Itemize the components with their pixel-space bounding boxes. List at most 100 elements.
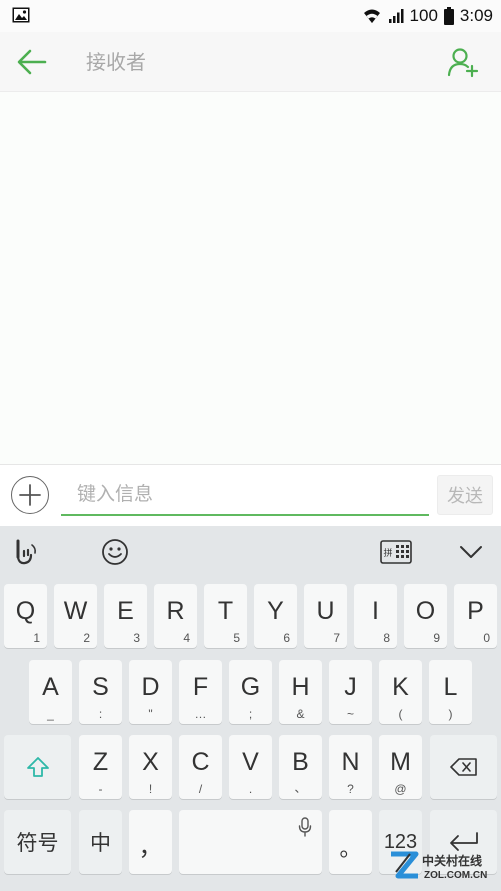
key-m[interactable]: M @ (379, 735, 422, 799)
chinese-mode-key[interactable]: 中 (79, 810, 122, 874)
collapse-keyboard-button[interactable] (455, 536, 487, 568)
key-h[interactable]: H & (279, 660, 322, 724)
enter-key[interactable] (430, 810, 497, 874)
space-key[interactable] (179, 810, 322, 874)
symbols-key-label: 符号 (16, 831, 59, 855)
key-n[interactable]: N? (329, 735, 372, 799)
recipient-input[interactable] (86, 46, 426, 78)
signal-icon (388, 9, 404, 23)
message-input-wrapper (61, 473, 429, 516)
key-letter: D (141, 672, 160, 701)
key-letter: Y (267, 596, 284, 625)
key-letter: M (390, 747, 411, 776)
key-letter: V (242, 747, 259, 776)
key-letter: Z (92, 747, 109, 776)
key-a[interactable]: A _ (29, 660, 72, 724)
key-secondary-symbol: 、 (294, 781, 307, 795)
key-letter: E (117, 596, 134, 625)
key-r[interactable]: R4 (154, 584, 197, 648)
key-secondary-symbol: ( (398, 707, 403, 721)
symbols-key[interactable]: 符号 (4, 810, 71, 874)
emoji-icon (102, 539, 128, 565)
back-button[interactable] (14, 44, 50, 80)
key-secondary-symbol: 4 (183, 631, 190, 645)
key-secondary-symbol: 8 (383, 631, 390, 645)
key-j[interactable]: J ~ (329, 660, 372, 724)
swype-gesture-button[interactable] (8, 536, 40, 568)
key-e[interactable]: E3 (104, 584, 147, 648)
backspace-key[interactable] (430, 735, 497, 799)
numbers-key[interactable]: 123 (379, 810, 422, 874)
key-w[interactable]: W2 (54, 584, 97, 648)
send-button[interactable]: 发送 (437, 475, 493, 515)
key-f[interactable]: F… (179, 660, 222, 724)
shift-key[interactable] (4, 735, 71, 799)
add-contact-icon (447, 48, 479, 78)
key-letter: K (392, 672, 409, 701)
battery-icon (443, 7, 454, 25)
key-c[interactable]: C / (179, 735, 222, 799)
key-letter: I (372, 596, 379, 625)
message-input[interactable] (61, 473, 429, 514)
comma-key[interactable]: ， (129, 810, 172, 874)
key-letter: G (240, 672, 261, 701)
key-secondary-symbol: @ (394, 782, 407, 796)
attach-button[interactable] (11, 476, 49, 514)
plus-icon (19, 484, 41, 506)
status-icons: 100 3:09 (362, 5, 493, 27)
key-v[interactable]: V. (229, 735, 272, 799)
key-secondary-symbol: : (98, 707, 103, 721)
add-contact-button[interactable] (445, 44, 481, 80)
wifi-icon (363, 9, 380, 23)
key-secondary-symbol: … (194, 707, 207, 721)
key-x[interactable]: X! (129, 735, 172, 799)
emoji-button[interactable] (99, 536, 131, 568)
key-k[interactable]: K( (379, 660, 422, 724)
message-thread-area (0, 92, 501, 464)
microphone-icon (298, 817, 312, 837)
comma-key-label: ， (138, 832, 163, 861)
clock: 3:09 (459, 6, 493, 25)
key-y[interactable]: Y6 (254, 584, 297, 648)
key-letter: O (415, 596, 436, 625)
key-letter: Q (15, 596, 36, 625)
key-secondary-symbol: . (248, 782, 253, 796)
key-s[interactable]: S: (79, 660, 122, 724)
key-letter: F (192, 672, 209, 701)
key-i[interactable]: I8 (354, 584, 397, 648)
recipient-header (0, 32, 501, 92)
key-z[interactable]: Z- (79, 735, 122, 799)
key-u[interactable]: U7 (304, 584, 347, 648)
key-p[interactable]: P0 (454, 584, 497, 648)
key-letter: P (467, 596, 484, 625)
key-o[interactable]: O9 (404, 584, 447, 648)
key-secondary-symbol: ! (148, 782, 153, 796)
key-letter: S (92, 672, 109, 701)
compose-bar: 发送 (0, 464, 501, 526)
key-letter: C (191, 747, 210, 776)
backspace-icon (449, 758, 477, 776)
period-key[interactable]: 。 (329, 810, 372, 874)
image-icon (12, 7, 30, 23)
key-secondary-symbol: - (98, 782, 103, 796)
numbers-key-label: 123 (383, 830, 418, 853)
period-key-label: 。 (339, 837, 362, 862)
keyboard-layout-label: 拼 (384, 547, 393, 559)
key-letter: U (316, 596, 335, 625)
keyboard-layout-button[interactable]: 拼 (379, 536, 413, 568)
key-secondary-symbol: _ (47, 707, 54, 721)
key-secondary-symbol: 7 (333, 631, 340, 645)
key-d[interactable]: D " (129, 660, 172, 724)
key-l[interactable]: L) (429, 660, 472, 724)
key-q[interactable]: Q1 (4, 584, 47, 648)
swype-gesture-icon (16, 539, 36, 565)
keyboard-toolbar: 拼 (0, 526, 501, 578)
key-secondary-symbol: 5 (233, 631, 240, 645)
key-secondary-symbol: 6 (283, 631, 290, 645)
back-arrow-icon (17, 49, 47, 75)
key-g[interactable]: G; (229, 660, 272, 724)
key-b[interactable]: B、 (279, 735, 322, 799)
key-secondary-symbol: 0 (483, 631, 490, 645)
key-t[interactable]: T5 (204, 584, 247, 648)
collapse-keyboard-icon (460, 546, 482, 558)
